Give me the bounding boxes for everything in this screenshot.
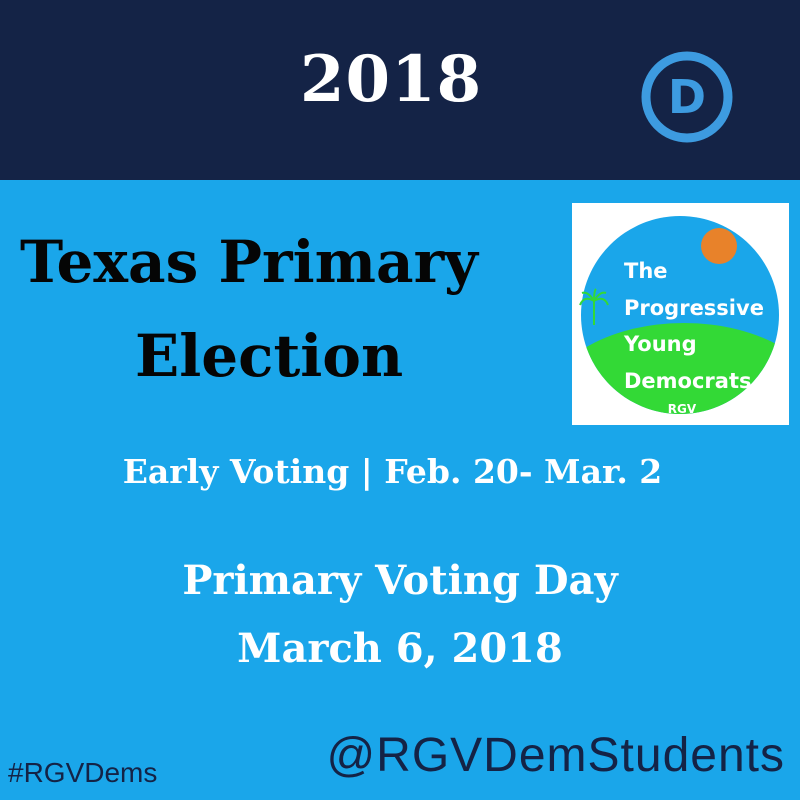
democratic-party-d-icon: D xyxy=(641,51,733,143)
badge-line-rgv: RGV xyxy=(668,402,697,416)
badge-line-the: The xyxy=(624,259,668,283)
progressive-young-democrats-logo: The Progressive Young Democrats RGV xyxy=(579,216,779,416)
badge-line-democrats: Democrats xyxy=(624,369,752,393)
primary-voting-day-label: Primary Voting Day xyxy=(182,557,618,604)
year-heading: 2018 xyxy=(300,42,483,117)
header-bar: 2018 D xyxy=(0,0,800,180)
organization-badge: The Progressive Young Democrats RGV xyxy=(572,203,789,425)
hashtag: #RGVDems xyxy=(8,757,158,788)
early-voting-dates: Early Voting | Feb. 20- Mar. 2 xyxy=(122,452,663,491)
party-logo-letter: D xyxy=(668,70,706,124)
social-handle: @RGVDemStudents xyxy=(326,729,785,782)
sun-icon xyxy=(701,228,737,264)
title-line-1: Texas Primary xyxy=(20,228,478,296)
primary-voting-day-date: March 6, 2018 xyxy=(237,625,563,672)
title-line-2: Election xyxy=(135,322,404,390)
badge-line-young: Young xyxy=(623,332,697,356)
badge-line-progressive: Progressive xyxy=(624,296,764,320)
